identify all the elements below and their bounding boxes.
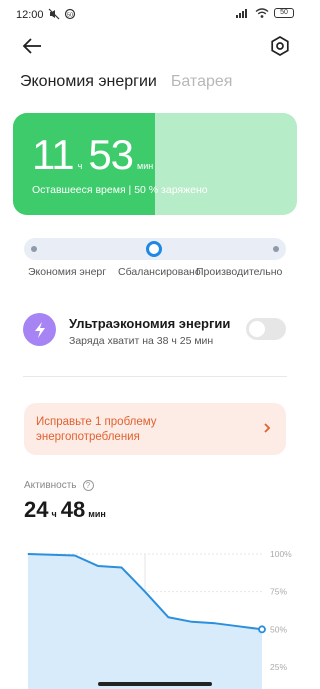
remaining-hours-unit: ч — [77, 161, 83, 171]
chart-point — [238, 625, 240, 627]
battery-card: 11 ч 53 мин Оставшееся время | 50 % заря… — [13, 113, 297, 215]
settings-button[interactable] — [268, 34, 292, 58]
mode-label-balanced[interactable]: Сбалансировано — [118, 266, 201, 278]
chart-point — [50, 554, 52, 556]
ultra-saver-row[interactable]: Ультраэкономия энергии Заряда хватит на … — [23, 313, 287, 349]
activity-time: 24 ч 48 мин — [24, 497, 110, 523]
battery-icon: 50 — [274, 8, 294, 18]
chart-tick-label: 100% — [270, 549, 292, 559]
mode-label-saving[interactable]: Экономия энерг — [28, 266, 106, 278]
mode-dot-performance[interactable] — [273, 246, 279, 252]
chart-tick-label: 75% — [270, 587, 287, 597]
mode-label-performance[interactable]: Производительность — [196, 266, 282, 278]
status-bar: 12:00 50 50 — [0, 0, 310, 30]
chart-point — [191, 621, 193, 623]
ultra-saver-title: Ультраэкономия энергии — [69, 316, 231, 331]
toggle-knob — [249, 321, 265, 337]
tab-battery[interactable]: Батарея — [171, 73, 233, 91]
chart-point — [121, 567, 123, 569]
chevron-right-icon — [264, 423, 271, 433]
chart-point — [27, 553, 29, 555]
activity-hours: 24 — [24, 497, 49, 522]
chart-current-point — [258, 625, 266, 634]
signal-icon — [236, 9, 247, 18]
activity-minutes-unit: мин — [88, 509, 106, 519]
back-arrow-icon — [22, 38, 41, 54]
remaining-time: 11 ч 53 мин — [32, 131, 159, 179]
fix-issues-text: Исправьте 1 проблему энергопотребления — [36, 416, 157, 443]
activity-hours-unit: ч — [51, 509, 57, 519]
gear-icon — [271, 36, 289, 56]
mode-dot-saving[interactable] — [31, 246, 37, 252]
lightning-icon — [34, 321, 45, 338]
remaining-hours: 11 — [32, 131, 75, 178]
chart-tick-label: 50% — [270, 624, 287, 634]
question-icon[interactable]: ? — [82, 480, 94, 491]
chart-canvas: 100% 75% 50% 25% — [27, 549, 292, 689]
fix-issues-banner[interactable]: Исправьте 1 проблему энергопотребления — [24, 403, 286, 455]
battery-subtitle: Оставшееся время | 50 % заряжено — [32, 184, 208, 196]
chart-point — [97, 565, 99, 567]
chart-point — [74, 555, 76, 557]
remaining-minutes: 53 — [88, 131, 134, 178]
back-button[interactable] — [20, 34, 46, 58]
tab-power-saving[interactable]: Экономия энергии — [20, 73, 157, 91]
ultra-saver-icon — [23, 313, 56, 346]
svg-text:50: 50 — [67, 12, 73, 18]
activity-minutes: 48 — [60, 497, 86, 522]
power-mode-slider[interactable] — [24, 238, 286, 260]
ultra-saver-toggle[interactable] — [246, 318, 286, 340]
battery-level-chart: 100% 75% 50% 25% — [0, 540, 310, 689]
chart-point — [214, 622, 216, 624]
chart-point — [144, 591, 146, 593]
remaining-minutes-unit: мин — [137, 161, 154, 171]
tab-bar: Экономия энергии Батарея — [20, 73, 232, 91]
activity-label: Активность — [24, 480, 77, 491]
ultra-saver-subtitle: Заряда хватит на 38 ч 25 мин — [69, 335, 214, 347]
activity-header: Активность ? — [24, 480, 94, 491]
power-mode-labels: Экономия энерг Сбалансировано Производит… — [28, 266, 282, 280]
chart-point — [167, 616, 169, 618]
sync-icon: 50 — [64, 8, 76, 20]
gesture-bar — [98, 682, 212, 686]
mute-icon — [48, 8, 60, 20]
divider — [23, 376, 287, 377]
mode-slider-knob[interactable] — [146, 241, 162, 257]
wifi-icon — [255, 8, 269, 18]
status-time: 12:00 — [16, 9, 44, 21]
chart-tick-label: 25% — [270, 662, 287, 672]
